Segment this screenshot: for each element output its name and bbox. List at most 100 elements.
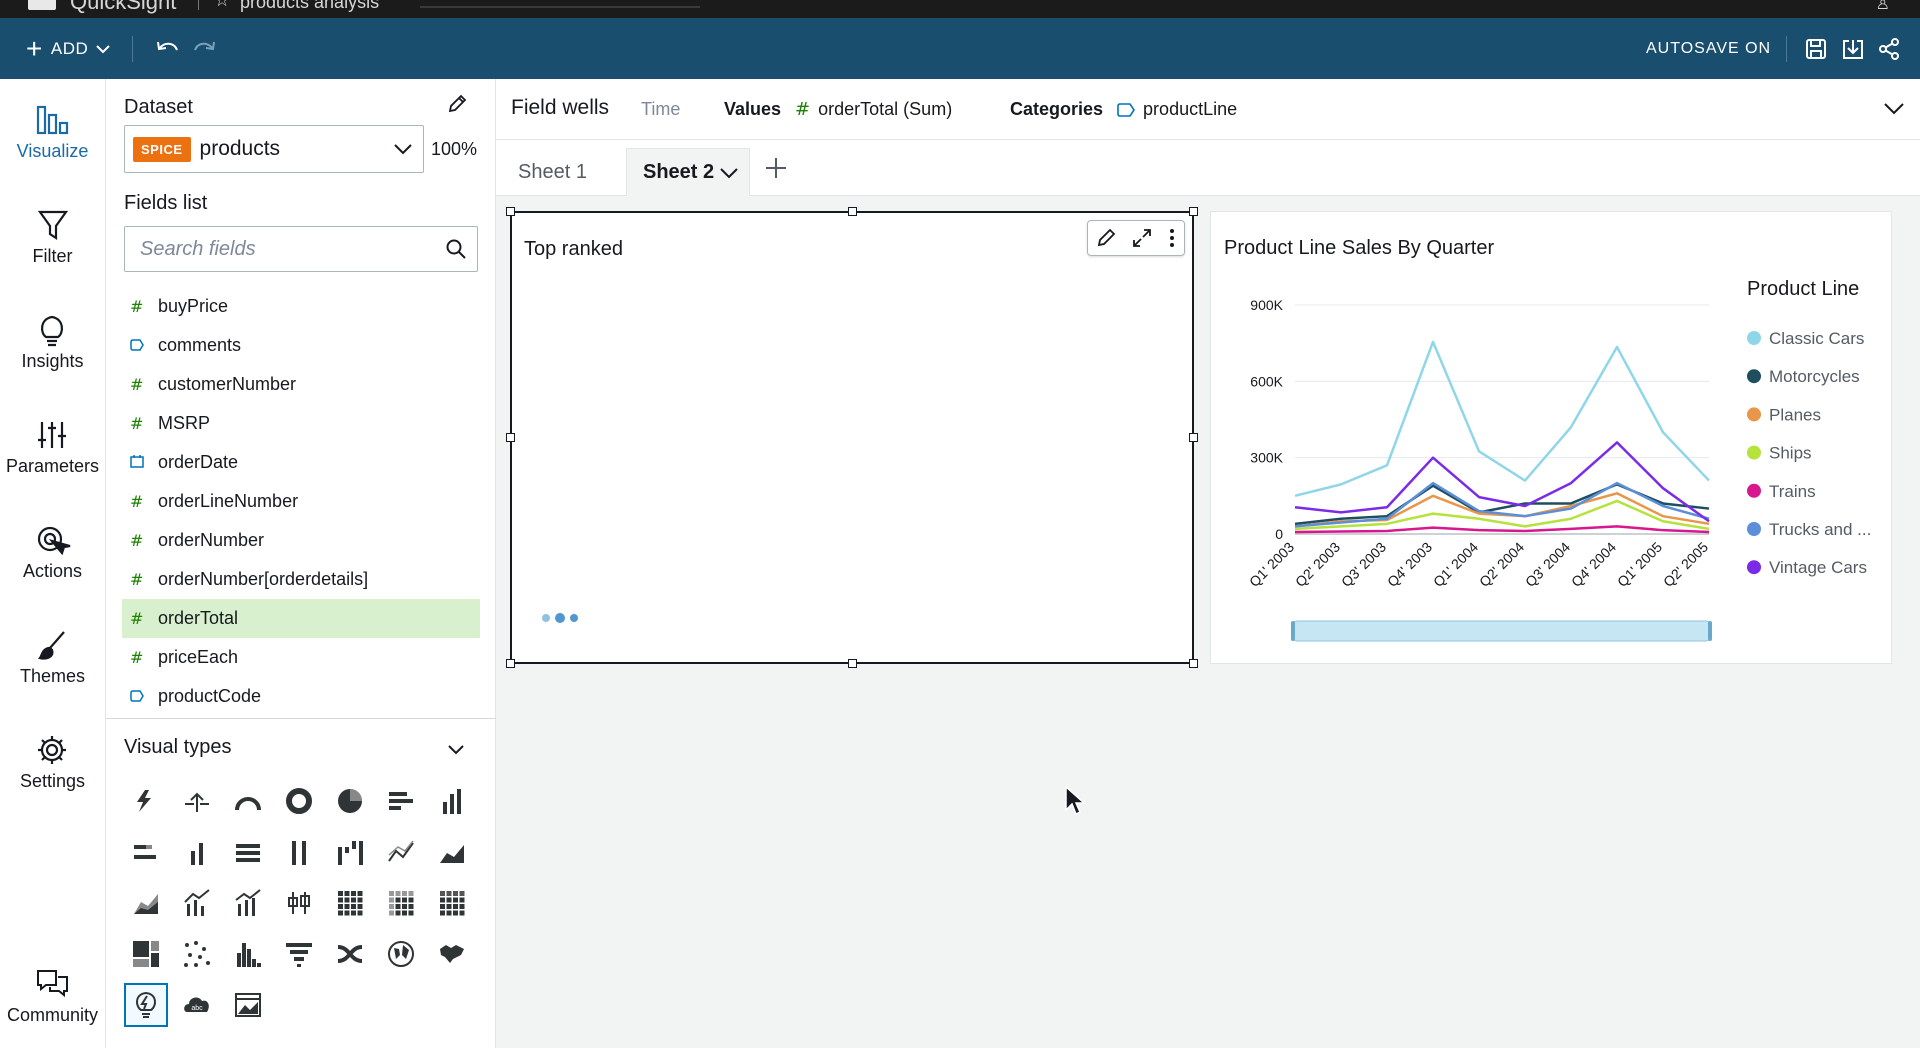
- autosave-toggle[interactable]: AUTOSAVE ON: [1646, 18, 1771, 79]
- values-field[interactable]: orderTotal (Sum): [818, 99, 952, 120]
- pie-visual-type[interactable]: [328, 779, 372, 823]
- resize-handle[interactable]: [1189, 659, 1198, 668]
- resize-handle[interactable]: [1189, 433, 1198, 442]
- nav-community-label: Community: [6, 1005, 99, 1025]
- chevron-down-icon[interactable]: [719, 163, 739, 183]
- waterfall-visual-type[interactable]: [328, 830, 372, 874]
- more-options-icon[interactable]: [1167, 227, 1177, 249]
- gauge-visual-type[interactable]: [226, 779, 270, 823]
- vertical-bar-visual-type[interactable]: [430, 779, 474, 823]
- nav-themes[interactable]: Themes: [0, 626, 105, 687]
- sankey-visual-type[interactable]: [328, 932, 372, 976]
- nav-settings[interactable]: Settings: [0, 731, 105, 792]
- field-item[interactable]: # orderNumber: [122, 521, 480, 560]
- chevron-down-icon[interactable]: [446, 739, 466, 759]
- kpi-visual-type[interactable]: [175, 779, 219, 823]
- percent-vertical-bar-visual-type[interactable]: [277, 830, 321, 874]
- nav-parameters-label: Parameters: [5, 456, 100, 476]
- chevron-down-icon[interactable]: [1883, 97, 1905, 119]
- nav-community[interactable]: Community: [0, 965, 105, 1026]
- pencil-icon[interactable]: [1095, 227, 1117, 249]
- geo-map-visual-type[interactable]: [379, 932, 423, 976]
- resize-handle[interactable]: [506, 433, 515, 442]
- add-button[interactable]: + ADD: [26, 18, 110, 79]
- resize-handle[interactable]: [848, 659, 857, 668]
- chevron-down-icon: [394, 144, 412, 155]
- combo-stacked-line-visual-type[interactable]: [226, 881, 270, 925]
- tab-sheet-1[interactable]: Sheet 1: [508, 148, 597, 196]
- horizontal-bar-visual-type[interactable]: [379, 779, 423, 823]
- nav-actions[interactable]: Actions: [0, 521, 105, 582]
- nav-parameters[interactable]: Parameters: [0, 416, 105, 477]
- visual-title: Product Line Sales By Quarter: [1224, 237, 1495, 259]
- funnel-visual-type[interactable]: [277, 932, 321, 976]
- combo-bar-line-visual-type[interactable]: [175, 881, 219, 925]
- favorite-star-icon[interactable]: ☆: [214, 0, 230, 11]
- categories-well[interactable]: Categories productLine: [1010, 99, 1237, 120]
- filled-map-visual-type[interactable]: [430, 932, 474, 976]
- heat-map-visual-type[interactable]: [328, 881, 372, 925]
- top-ranked-visual[interactable]: Top ranked: [506, 207, 1198, 668]
- account-icon[interactable]: ♙: [1876, 0, 1890, 14]
- pencil-icon[interactable]: [446, 93, 468, 115]
- expand-icon[interactable]: [1131, 227, 1153, 249]
- nav-insights[interactable]: Insights: [0, 311, 105, 372]
- donut-visual-type[interactable]: [277, 779, 321, 823]
- table-visual-type[interactable]: [430, 881, 474, 925]
- export-button[interactable]: [1842, 18, 1864, 79]
- area-visual-type[interactable]: [430, 830, 474, 874]
- autograph-visual-type[interactable]: [124, 779, 168, 823]
- nav-filter[interactable]: Filter: [0, 206, 105, 267]
- stacked-horizontal-bar-visual-type[interactable]: [124, 830, 168, 874]
- field-wells-bar[interactable]: Field wells Time Values # orderTotal (Su…: [496, 79, 1920, 140]
- values-well[interactable]: Values # orderTotal (Sum): [724, 99, 952, 120]
- field-item[interactable]: # orderTotal: [122, 599, 480, 638]
- insight-visual-type[interactable]: [124, 983, 168, 1027]
- resize-handle[interactable]: [848, 207, 857, 216]
- field-item[interactable]: # MSRP: [122, 404, 480, 443]
- percent-horizontal-bar-visual-type[interactable]: [226, 830, 270, 874]
- stacked-vertical-bar-visual-type[interactable]: [175, 830, 219, 874]
- field-item[interactable]: # customerNumber: [122, 365, 480, 404]
- field-item[interactable]: comments: [122, 326, 480, 365]
- field-item[interactable]: # orderLineNumber: [122, 482, 480, 521]
- field-item[interactable]: orderDate: [122, 443, 480, 482]
- undo-icon: [157, 41, 178, 50]
- line-visual-type[interactable]: [379, 830, 423, 874]
- analysis-name[interactable]: products analysis: [240, 0, 379, 13]
- custom-visual-visual-type[interactable]: [226, 983, 270, 1027]
- resize-handle[interactable]: [506, 207, 515, 216]
- pivot-table-visual-type[interactable]: [379, 881, 423, 925]
- word-cloud-visual-type[interactable]: abc: [175, 983, 219, 1027]
- add-sheet-icon[interactable]: [764, 156, 788, 180]
- word-cloud-icon: abc: [184, 997, 209, 1012]
- scatter-plot-visual-type[interactable]: [175, 932, 219, 976]
- field-item[interactable]: # buyPrice: [122, 287, 480, 326]
- nav-visualize[interactable]: Visualize: [0, 101, 105, 162]
- legend-item: Trains: [1769, 482, 1816, 501]
- geo-map-icon: [388, 941, 414, 967]
- field-item[interactable]: # priceEach: [122, 638, 480, 677]
- undo-button[interactable]: [156, 18, 180, 79]
- resize-handle[interactable]: [506, 659, 515, 668]
- resize-handle[interactable]: [1189, 207, 1198, 216]
- line-chart-visual[interactable]: 0 300K 600K 900K Q1' 2003 Q2' 2003 Q3' 2003 Q4'…: [1210, 211, 1892, 664]
- field-item[interactable]: # orderNumber[orderdetails]: [122, 560, 480, 599]
- range-slider[interactable]: [1292, 620, 1711, 642]
- tree-map-visual-type[interactable]: [124, 932, 168, 976]
- values-well-label: Values: [724, 99, 782, 119]
- tab-sheet-2[interactable]: Sheet 2: [626, 148, 750, 196]
- dataset-select[interactable]: SPICE products: [124, 125, 424, 173]
- redo-button[interactable]: [192, 18, 216, 79]
- legend-marker: [1747, 560, 1761, 575]
- search-fields-input[interactable]: [125, 227, 425, 271]
- box-plot-visual-type[interactable]: [277, 881, 321, 925]
- categories-field[interactable]: productLine: [1143, 99, 1237, 120]
- left-navigation: Visualize Filter Insights Parameters Act…: [0, 79, 106, 1048]
- time-well[interactable]: Time: [641, 99, 694, 120]
- share-button[interactable]: [1878, 18, 1900, 79]
- stacked-area-visual-type[interactable]: [124, 881, 168, 925]
- save-button[interactable]: [1805, 18, 1827, 79]
- histogram-visual-type[interactable]: [226, 932, 270, 976]
- field-item[interactable]: productCode: [122, 677, 480, 716]
